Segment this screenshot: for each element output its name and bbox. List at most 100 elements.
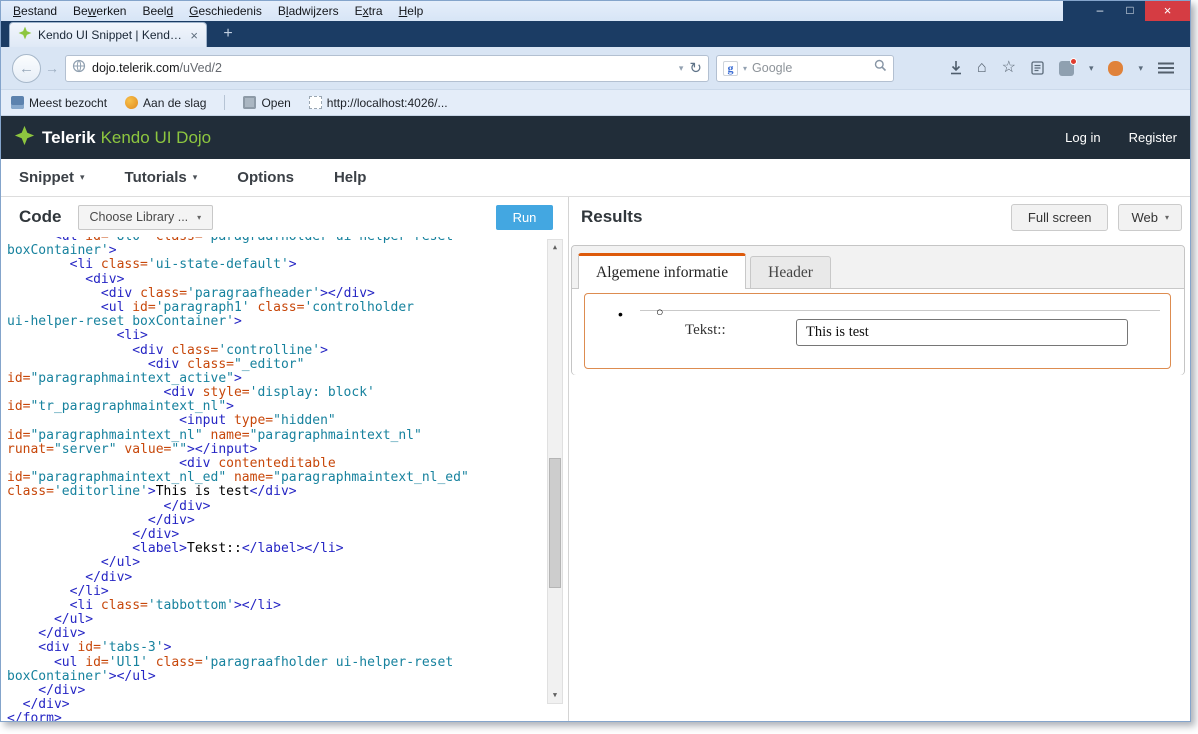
- web-mode-label: Web: [1131, 209, 1158, 225]
- choose-library-button[interactable]: Choose Library ... ▾: [77, 204, 214, 230]
- code-line: <li class='tabbottom'></li>: [7, 597, 281, 613]
- register-link[interactable]: Register: [1129, 130, 1177, 145]
- search-engine-caret-icon[interactable]: ▾: [743, 64, 747, 73]
- results-pane-header: Results Full screen Web ▾: [569, 197, 1190, 237]
- menu-item-bladwijzers[interactable]: Bladwijzers: [270, 2, 347, 20]
- code-line: </form>: [7, 711, 62, 721]
- code-line: </div>: [7, 626, 86, 642]
- tekst-input[interactable]: [796, 319, 1128, 346]
- search-box[interactable]: g ▾: [716, 54, 894, 82]
- tekst-label: Tekst::: [685, 322, 726, 338]
- forward-button[interactable]: →: [45, 60, 59, 76]
- bookmark-meest-bezocht[interactable]: Meest bezocht: [11, 96, 107, 110]
- browser-tab[interactable]: Kendo UI Snippet | Kendo ... ×: [9, 22, 207, 47]
- tab-close-icon[interactable]: ×: [190, 29, 198, 42]
- getting-started-icon: [125, 96, 139, 109]
- downloads-icon[interactable]: [950, 61, 962, 75]
- extension2-icon[interactable]: [1108, 60, 1124, 76]
- site-header: Telerik Kendo UI Dojo Log in Register: [1, 116, 1190, 159]
- url-path: /uVed/2: [179, 61, 222, 75]
- tab-title: Kendo UI Snippet | Kendo ...: [38, 28, 185, 42]
- nav-item-options[interactable]: Options: [237, 169, 294, 186]
- code-line: </div>: [7, 697, 70, 713]
- url-bar[interactable]: dojo.telerik.com/uVed/2 ▾ ↻: [65, 54, 709, 82]
- results-tab-algemene-informatie[interactable]: Algemene informatie: [578, 253, 747, 289]
- page-icon: [308, 96, 322, 109]
- form-section: • ○ Tekst::: [584, 293, 1171, 369]
- reload-icon[interactable]: ↻: [689, 59, 702, 77]
- results-output: Algemene informatie Header • ○ Tekst::: [569, 237, 1190, 721]
- search-input[interactable]: [752, 61, 869, 75]
- bookmark-label: http://localhost:4026/...: [326, 95, 448, 110]
- menu-item-geschiedenis[interactable]: Geschiedenis: [181, 2, 270, 20]
- close-button[interactable]: ×: [1145, 1, 1190, 21]
- code-line: </div>: [7, 569, 133, 585]
- url-domain: dojo.telerik.com: [92, 61, 180, 75]
- google-engine-icon[interactable]: g: [723, 60, 738, 76]
- nav-item-tutorials[interactable]: Tutorials ▾: [125, 169, 198, 186]
- telerik-logo-icon: [14, 125, 35, 151]
- code-line: </div>: [7, 512, 195, 528]
- bookmark-open[interactable]: Open: [243, 96, 291, 110]
- back-button[interactable]: ←: [12, 53, 41, 83]
- results-panel-title: Results: [581, 207, 643, 226]
- search-icon[interactable]: [874, 59, 887, 77]
- scroll-up-icon[interactable]: ▲: [548, 240, 562, 255]
- code-line: id="paragraphmaintext_nl_ed" name="parag…: [7, 470, 469, 486]
- code-line: </div>: [7, 683, 86, 698]
- site-nav: Snippet ▾ Tutorials ▾ Options Help: [1, 159, 1190, 197]
- code-line: </ul>: [7, 555, 141, 571]
- code-line: <div class='paragraafheader'></div>: [7, 285, 375, 301]
- divider: [640, 310, 1160, 311]
- minimize-button[interactable]: –: [1085, 1, 1115, 21]
- extension2-caret-icon[interactable]: ▾: [1138, 63, 1143, 74]
- list-bullet: •: [618, 306, 623, 322]
- nav-item-snippet[interactable]: Snippet ▾: [19, 169, 85, 186]
- code-line: <div style='display: block': [7, 385, 375, 401]
- code-lines: <ul id='Ul0' class='paragraafholder ui-h…: [7, 237, 568, 721]
- results-tab-panel: • ○ Tekst::: [572, 289, 1184, 375]
- full-screen-button[interactable]: Full screen: [1010, 203, 1109, 231]
- new-tab-button[interactable]: +: [213, 24, 243, 44]
- code-line: <div class='controlline'>: [7, 342, 328, 358]
- run-button[interactable]: Run: [496, 204, 553, 230]
- chevron-down-icon: ▾: [197, 212, 202, 222]
- list-circle-bullet: ○: [656, 305, 664, 319]
- bookmark-label: Meest bezocht: [29, 95, 108, 110]
- web-mode-button[interactable]: Web ▾: [1118, 203, 1182, 231]
- browser-window: Bestand Bewerken Beeld Geschiedenis Bladwijz…: [0, 0, 1191, 722]
- menu-item-extra[interactable]: Extra: [347, 2, 391, 20]
- code-line: <li>: [7, 328, 148, 344]
- bookmarks-bar: Meest bezocht Aan de slag Open http://local…: [1, 90, 1190, 116]
- scroll-down-icon[interactable]: ▼: [548, 688, 562, 703]
- menu-item-bewerken[interactable]: Bewerken: [65, 2, 134, 20]
- bookmark-star-icon[interactable]: ☆: [1002, 60, 1016, 76]
- bookmark-aan-de-slag[interactable]: Aan de slag: [125, 96, 206, 110]
- maximize-button[interactable]: □: [1115, 1, 1145, 21]
- menu-item-bestand[interactable]: Bestand: [5, 2, 65, 20]
- home-icon[interactable]: ⌂: [977, 60, 987, 76]
- code-line: class='editorline'>This is test</div>: [7, 484, 297, 500]
- web-page: Telerik Kendo UI Dojo Log in Register Sn…: [1, 116, 1190, 721]
- scrollbar-thumb[interactable]: [549, 458, 561, 588]
- extension-badge-icon[interactable]: [1058, 57, 1077, 76]
- code-editor[interactable]: <ul id='Ul0' class='paragraafholder ui-h…: [1, 237, 568, 721]
- menu-item-help[interactable]: Help: [391, 2, 432, 20]
- editor-scrollbar[interactable]: ▲ ▼: [547, 239, 563, 704]
- code-line: ui-helper-reset boxContainer'>: [7, 314, 242, 330]
- login-link[interactable]: Log in: [1065, 130, 1100, 145]
- code-line: id="tr_paragraphmaintext_nl">: [7, 399, 234, 415]
- url-text: dojo.telerik.com/uVed/2: [92, 61, 222, 75]
- nav-item-help[interactable]: Help: [334, 169, 367, 186]
- navigation-toolbar: ← → dojo.telerik.com/uVed/2 ▾ ↻ g ▾ ⌂ ☆ …: [1, 47, 1190, 90]
- bookmarks-menu-icon[interactable]: [1031, 61, 1044, 75]
- bookmark-http-localhost-4026[interactable]: http://localhost:4026/...: [308, 95, 448, 110]
- url-dropdown-icon[interactable]: ▾: [679, 63, 684, 74]
- menu-icon[interactable]: [1158, 62, 1174, 74]
- menu-item-beeld[interactable]: Beeld: [134, 2, 181, 20]
- site-identity-icon[interactable]: [72, 59, 86, 78]
- kendo-favicon-icon: [18, 26, 32, 45]
- extension-caret-icon[interactable]: ▾: [1089, 63, 1094, 74]
- results-tab-header[interactable]: Header: [750, 256, 831, 288]
- nav-item-label: Snippet: [19, 169, 74, 186]
